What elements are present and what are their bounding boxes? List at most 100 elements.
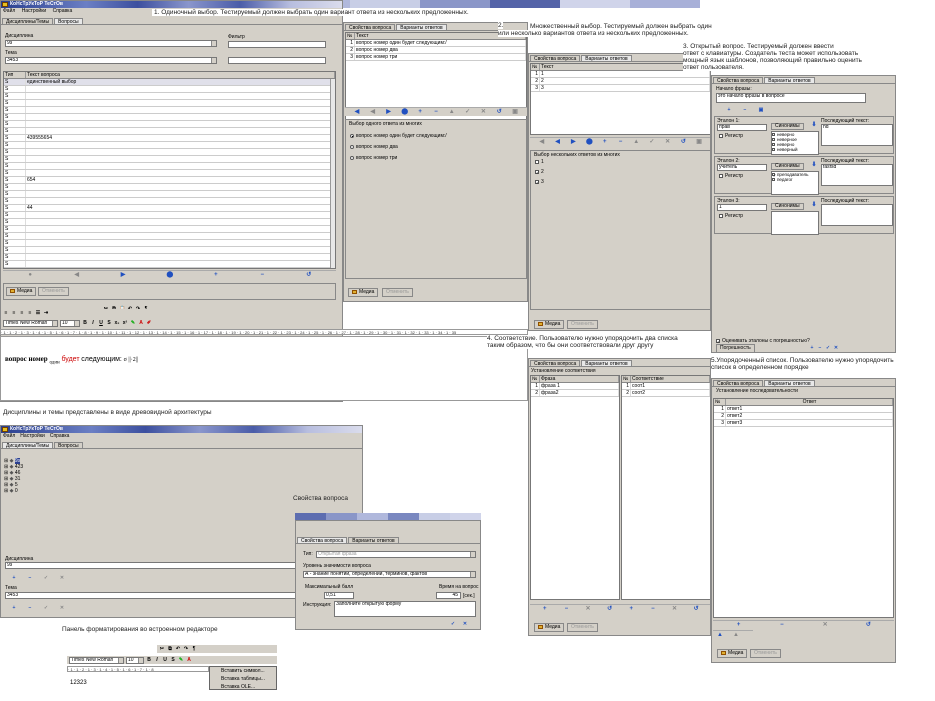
table-row[interactable]: 33 [531,85,710,92]
tab-questions[interactable]: Вопросы [54,442,83,449]
cancel-button[interactable]: Отменить [38,287,69,296]
add-icon[interactable]: + [809,345,815,351]
confirm-icon[interactable]: ✓ [465,109,471,115]
close-icon[interactable]: ✕ [59,575,65,581]
editor-body[interactable]: вопрос номер один будет следующим: σ ||·… [0,336,528,401]
highlight-icon[interactable]: ✎ [130,320,136,326]
cancel-button[interactable]: Отменить [567,623,598,632]
delete-icon[interactable]: − [779,622,785,628]
next-icon[interactable]: ▶ [120,272,126,278]
confirm-icon[interactable]: ✓ [43,575,49,581]
table-row[interactable]: S 439555654 [4,135,335,142]
tab-answers[interactable]: Варианты ответов [396,24,447,31]
col-type[interactable]: Тип [4,72,26,78]
close-icon[interactable]: ✕ [585,606,591,612]
synonym-item[interactable]: педагог [772,177,818,182]
table-row[interactable]: S [4,261,335,268]
refresh-icon[interactable]: ↺ [496,109,502,115]
delete-icon[interactable]: − [27,605,33,611]
checkbox-icon[interactable] [772,143,775,147]
tab-questions[interactable]: Вопросы [54,18,83,25]
table-row[interactable]: 2 вопрос номер два [346,47,526,54]
confirm-icon[interactable]: ✓ [43,605,49,611]
option-1[interactable]: вопрос номер один будет следующим:/ [350,133,447,139]
close-icon[interactable]: ✕ [822,622,828,628]
checkbox-icon[interactable]: ✓ [772,173,776,178]
chevron-down-icon[interactable] [470,552,475,557]
refresh-icon[interactable]: ↺ [680,139,686,145]
pilcrow-icon[interactable]: ¶ [191,646,197,652]
radio-icon[interactable] [350,144,354,149]
table-row[interactable]: S [4,86,335,93]
italic-icon[interactable]: I [90,320,96,326]
table-row[interactable]: 2 фраза2 [531,390,619,397]
media-button[interactable]: Медиа [534,623,565,632]
level-select[interactable]: А - знание понятий, определений, термино… [303,571,476,578]
align-right-icon[interactable]: ≡ [19,310,25,316]
checkbox-icon[interactable] [772,133,775,137]
list-icon[interactable]: ☰ [35,310,41,316]
fmt-text[interactable]: 12323 [70,680,87,686]
synonyms-button[interactable]: Синонимы [771,203,804,210]
font-color-icon[interactable]: A [186,657,192,663]
add-icon[interactable]: + [736,622,742,628]
table-row[interactable]: S [4,163,335,170]
filter-input[interactable] [228,41,326,48]
col-num[interactable]: № [531,64,540,70]
align-left-icon[interactable]: ≡ [3,310,9,316]
tab-disciplines[interactable]: Дисциплины/Темы [2,18,54,25]
delete-icon[interactable]: − [563,606,569,612]
instr-input[interactable]: Заполните открытую форму [334,601,476,617]
close-icon[interactable]: ✕ [665,139,671,145]
tab-properties[interactable]: Свойства вопроса [345,24,396,31]
table-row[interactable]: 1 соот1 [622,383,710,390]
delete-icon[interactable]: − [617,139,623,145]
table-row[interactable]: S [4,156,335,163]
next-icon[interactable]: ▶ [386,109,392,115]
table-row[interactable]: S [4,198,335,205]
table-row[interactable]: S [4,128,335,135]
col-text[interactable]: Текст вопроса [26,72,335,78]
up-icon[interactable]: ▲ [449,109,455,115]
last-icon[interactable]: ⬤ [401,109,408,115]
add-icon[interactable]: + [213,272,219,278]
refresh-icon-2[interactable]: ↺ [693,606,699,612]
arrow-down-icon[interactable]: ⬇ [811,162,817,168]
table-row[interactable]: 3 вопрос номер три [346,54,526,61]
strike-icon[interactable]: S [106,320,112,326]
save-icon[interactable]: ▣ [696,139,702,145]
synonyms-button[interactable]: Синонимы [771,163,804,170]
font-select[interactable]: Times New Roman [3,319,58,327]
refresh-icon[interactable]: ↺ [865,622,871,628]
table-row[interactable]: 1 фраза 1 [531,383,619,390]
menu-settings[interactable]: Настройки [22,8,47,14]
redo-icon[interactable]: ↷ [183,646,189,652]
standard-input[interactable]: прав [717,124,767,131]
add-icon[interactable]: + [726,107,732,113]
menu-insert-symbol[interactable]: Вставить символ... [221,668,265,674]
grid-scrollbar[interactable] [330,79,335,268]
close-icon[interactable]: ✕ [833,345,839,351]
table-row[interactable]: S [4,247,335,254]
add-icon[interactable]: + [11,605,17,611]
register-checkbox[interactable]: Регистр [719,213,743,219]
menu-help[interactable]: Справка [53,8,73,14]
arrow-down-icon[interactable]: ⬇ [811,202,817,208]
menu-insert-ole[interactable]: Вставка OLE... [221,684,255,690]
tab-properties[interactable]: Свойства вопроса [530,55,581,62]
chevron-down-icon[interactable] [52,320,57,326]
move-down-icon[interactable]: ▲ [733,632,739,638]
add-icon[interactable]: + [11,575,17,581]
underline-icon[interactable]: U [162,657,168,663]
first-icon[interactable]: ◀ [539,139,545,145]
menu-file[interactable]: Файл [3,433,15,439]
size-select[interactable]: 10 [60,319,80,327]
menu-insert-table[interactable]: Вставка таблицы... [221,676,265,682]
tab-answers[interactable]: Варианты ответов [581,360,632,367]
add-icon[interactable]: + [417,109,423,115]
checkbox-checked-icon[interactable]: ✓ [716,338,720,343]
chevron-down-icon[interactable] [74,320,79,326]
next-icon[interactable]: ▶ [570,139,576,145]
table-row[interactable]: S [4,170,335,177]
checkbox-icon[interactable] [535,159,539,164]
